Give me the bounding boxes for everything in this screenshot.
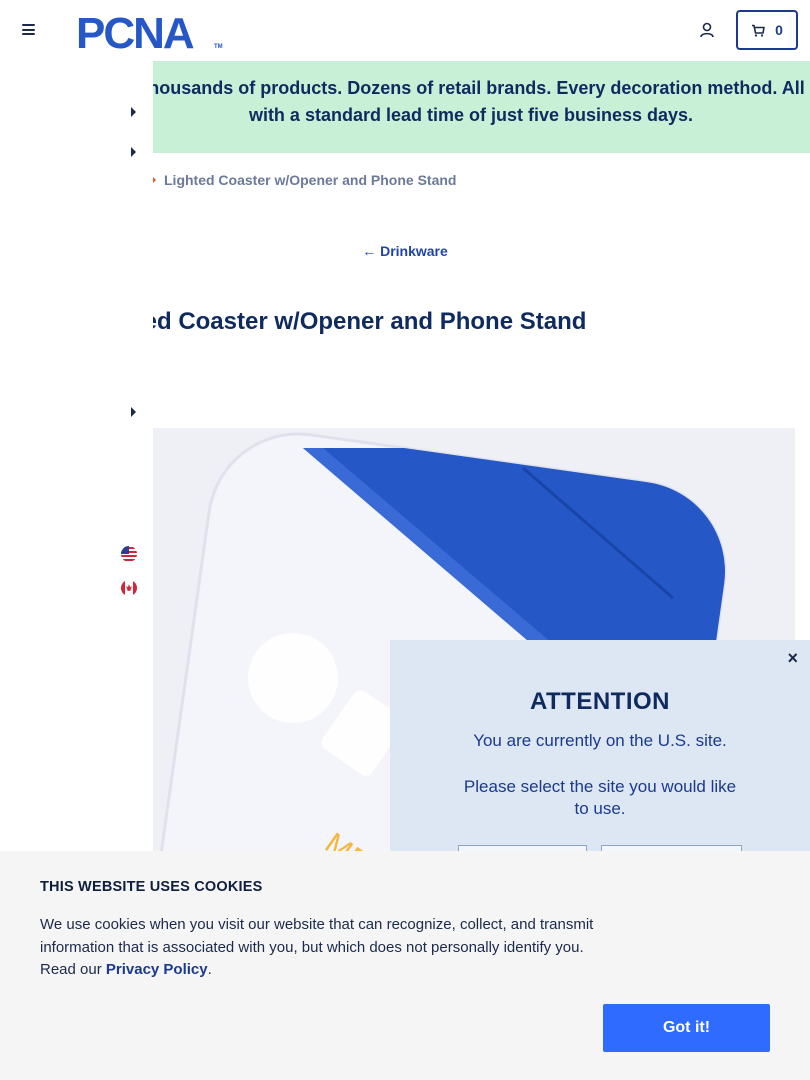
- chevron-right-icon[interactable]: [131, 107, 136, 117]
- chevron-right-icon[interactable]: [131, 147, 136, 157]
- logo-wordmark: PCNA: [76, 9, 194, 51]
- dialog-title: ATTENTION: [529, 688, 671, 715]
- product-title: Lighted Coaster w/Opener and Phone Stand: [85, 308, 587, 335]
- cookie-body: We use cookies when you visit our websit…: [40, 914, 600, 982]
- us-flag-icon[interactable]: [121, 546, 137, 562]
- arrow-left-icon: ←: [362, 243, 377, 259]
- account-icon[interactable]: [698, 21, 716, 39]
- dialog-message: You are currently on the U.S. site.: [473, 731, 727, 750]
- breadcrumb-current: Lighted Coaster w/Opener and Phone Stand: [164, 172, 457, 188]
- cart-count: 0: [775, 22, 783, 38]
- cookie-banner: THIS WEBSITE USES COOKIES We use cookies…: [0, 851, 810, 1080]
- pcna-logo-graphic: PCNA TM: [76, 9, 223, 58]
- site-select-dialog: × ATTENTION You are currently on the U.S…: [390, 640, 810, 885]
- hamburger-menu-icon[interactable]: [22, 24, 35, 35]
- dialog-prompt: Please select the site you would like to…: [463, 777, 737, 818]
- chevron-right-icon[interactable]: [131, 407, 136, 417]
- close-icon[interactable]: ×: [787, 648, 798, 669]
- promo-text: Thousands of products. Dozens of retail …: [137, 78, 805, 125]
- breadcrumb: Lighted Coaster w/Opener and Phone Stand: [140, 172, 456, 188]
- logo-trademark: TM: [214, 44, 223, 50]
- site-header: PCNA TM 0: [0, 0, 810, 61]
- privacy-policy-link[interactable]: Privacy Policy: [106, 961, 208, 978]
- cookie-body-end: .: [207, 961, 212, 978]
- pcna-logo[interactable]: PCNA TM: [76, 9, 226, 58]
- back-link-label: Drinkware: [380, 243, 448, 259]
- cookie-title: THIS WEBSITE USES COOKIES: [40, 879, 263, 895]
- accept-cookies-button[interactable]: Got it!: [603, 1004, 770, 1052]
- cart-icon: [752, 24, 765, 37]
- cart-button[interactable]: 0: [736, 10, 798, 50]
- canada-flag-icon[interactable]: [121, 580, 137, 596]
